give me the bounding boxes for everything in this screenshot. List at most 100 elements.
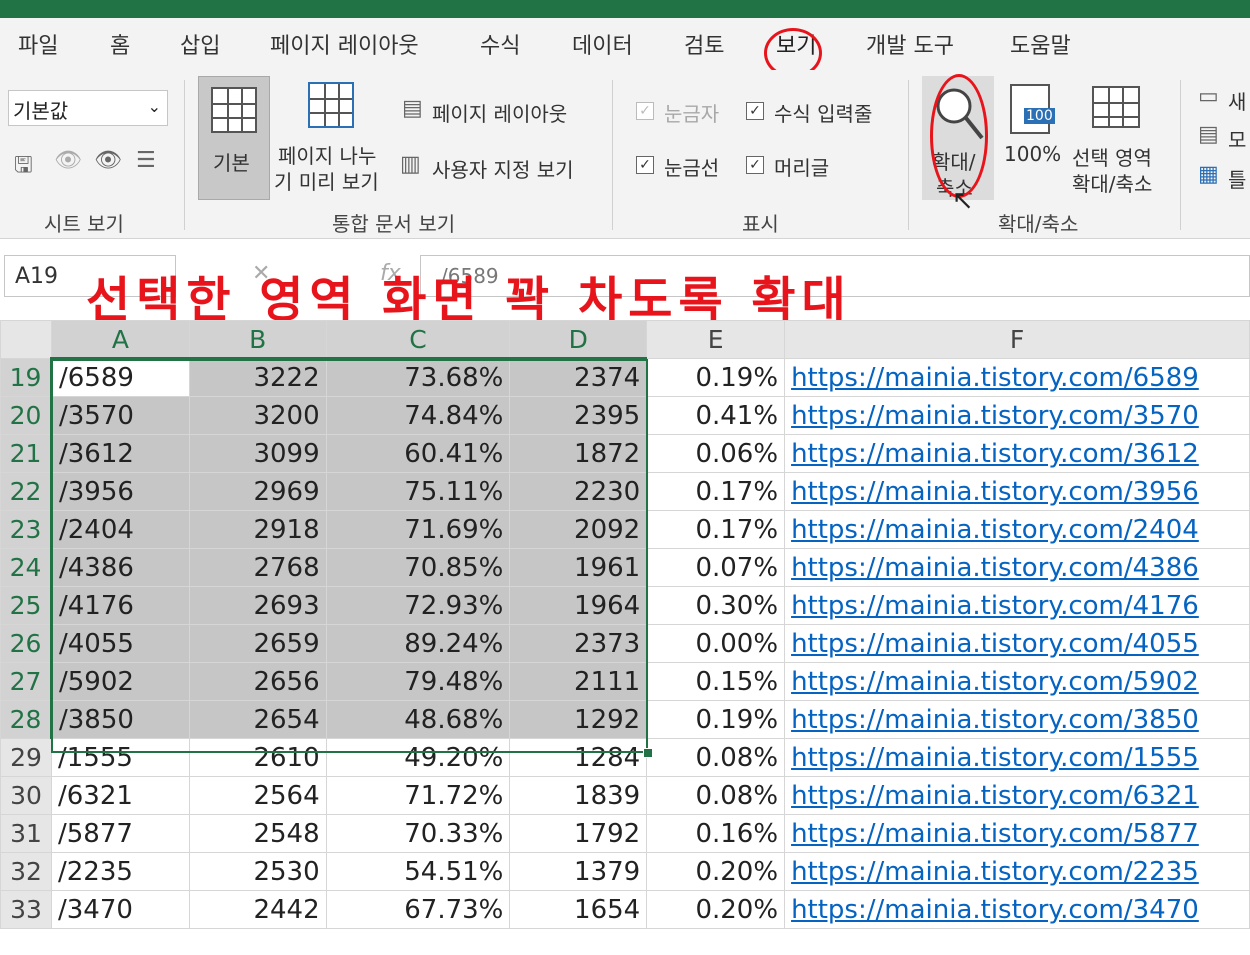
normal-view-button[interactable]: 기본 [198, 76, 270, 200]
cell-b[interactable]: 2969 [188, 472, 327, 511]
cell-d[interactable]: 2374 [509, 358, 648, 397]
cell-e[interactable]: 0.00% [646, 624, 786, 663]
exit-view-icon[interactable]: 👁 [54, 148, 82, 173]
row-header[interactable]: 22 [0, 472, 53, 511]
page-layout-button[interactable]: 페이지 레이아웃 [432, 98, 567, 127]
menu-review[interactable]: 검토 [684, 28, 724, 60]
new-window-icon[interactable]: ▭ [1198, 84, 1219, 109]
cell-d[interactable]: 2092 [509, 510, 648, 549]
hyperlink[interactable]: https://mainia.tistory.com/3612 [791, 439, 1199, 469]
cell-c[interactable]: 73.68% [325, 358, 511, 397]
formula-bar-checkbox[interactable]: ✓ [746, 102, 764, 120]
cell-f[interactable]: https://mainia.tistory.com/4176 [784, 586, 1250, 625]
cell-d[interactable]: 2373 [509, 624, 648, 663]
cell-b[interactable]: 2610 [188, 738, 327, 777]
cell-f[interactable]: https://mainia.tistory.com/1555 [784, 738, 1250, 777]
new-view-icon[interactable]: 👁 [94, 148, 122, 173]
zoom-100-button[interactable]: 100% [1004, 142, 1061, 166]
cell-a[interactable]: /2235 [50, 852, 190, 891]
cell-b[interactable]: 2768 [188, 548, 327, 587]
cell-c[interactable]: 48.68% [325, 700, 511, 739]
cell-f[interactable]: https://mainia.tistory.com/2404 [784, 510, 1250, 549]
hyperlink[interactable]: https://mainia.tistory.com/2404 [791, 515, 1199, 545]
arrange-all-label[interactable]: 모 [1228, 124, 1246, 153]
cell-c[interactable]: 70.85% [325, 548, 511, 587]
cell-f[interactable]: https://mainia.tistory.com/3570 [784, 396, 1250, 435]
cell-d[interactable]: 1792 [509, 814, 648, 853]
cell-c[interactable]: 75.11% [325, 472, 511, 511]
options-list-icon[interactable]: ☰ [136, 148, 156, 173]
cell-c[interactable]: 49.20% [325, 738, 511, 777]
cell-d[interactable]: 1839 [509, 776, 648, 815]
cell-e[interactable]: 0.07% [646, 548, 786, 587]
menu-help[interactable]: 도움말 [1010, 28, 1071, 60]
cell-a[interactable]: /3470 [50, 890, 190, 929]
save-view-icon[interactable]: 🖫 [14, 148, 33, 186]
row-header[interactable]: 21 [0, 434, 53, 473]
cell-c[interactable]: 72.93% [325, 586, 511, 625]
hyperlink[interactable]: https://mainia.tistory.com/3850 [791, 705, 1199, 735]
row-header[interactable]: 28 [0, 700, 53, 739]
cell-b[interactable]: 2656 [188, 662, 327, 701]
hyperlink[interactable]: https://mainia.tistory.com/3470 [791, 895, 1199, 925]
cell-b[interactable]: 2442 [188, 890, 327, 929]
menu-formulas[interactable]: 수식 [480, 28, 520, 60]
column-header-e[interactable]: E [646, 320, 786, 359]
hyperlink[interactable]: https://mainia.tistory.com/2235 [791, 857, 1199, 887]
hyperlink[interactable]: https://mainia.tistory.com/6589 [791, 363, 1199, 393]
freeze-panes-label[interactable]: 틀 [1228, 164, 1246, 193]
column-header-a[interactable]: A [50, 320, 190, 360]
menu-home[interactable]: 홈 [110, 28, 130, 60]
row-header[interactable]: 24 [0, 548, 53, 587]
cell-f[interactable]: https://mainia.tistory.com/4055 [784, 624, 1250, 663]
hyperlink[interactable]: https://mainia.tistory.com/5877 [791, 819, 1199, 849]
hyperlink[interactable]: https://mainia.tistory.com/3956 [791, 477, 1199, 507]
cell-f[interactable]: https://mainia.tistory.com/4386 [784, 548, 1250, 587]
cell-d[interactable]: 1654 [509, 890, 648, 929]
menu-data[interactable]: 데이터 [572, 28, 633, 60]
row-header[interactable]: 30 [0, 776, 52, 815]
cell-b[interactable]: 2693 [188, 586, 327, 625]
row-header[interactable]: 20 [0, 396, 53, 435]
fill-handle[interactable] [643, 748, 653, 758]
cell-a[interactable]: /2404 [50, 510, 190, 549]
cell-b[interactable]: 2548 [188, 814, 327, 853]
cell-e[interactable]: 0.41% [646, 396, 786, 435]
cell-d[interactable]: 2111 [509, 662, 648, 701]
row-header[interactable]: 19 [0, 358, 53, 397]
hyperlink[interactable]: https://mainia.tistory.com/4386 [791, 553, 1199, 583]
menu-file[interactable]: 파일 [18, 28, 58, 60]
menu-insert[interactable]: 삽입 [180, 28, 220, 60]
hyperlink[interactable]: https://mainia.tistory.com/6321 [791, 781, 1199, 811]
row-header[interactable]: 32 [0, 852, 52, 891]
cell-a[interactable]: /4386 [50, 548, 190, 587]
cell-e[interactable]: 0.20% [646, 890, 786, 929]
cell-f[interactable]: https://mainia.tistory.com/2235 [784, 852, 1250, 891]
headings-checkbox[interactable]: ✓ [746, 156, 764, 174]
cell-e[interactable]: 0.17% [646, 510, 786, 549]
cell-a[interactable]: /3850 [50, 700, 190, 739]
gridlines-checkbox[interactable]: ✓ [636, 156, 654, 174]
page-break-label-2[interactable]: 기 미리 보기 [274, 166, 379, 195]
cell-f[interactable]: https://mainia.tistory.com/6589 [784, 358, 1250, 397]
cell-e[interactable]: 0.06% [646, 434, 786, 473]
cell-a[interactable]: /5877 [50, 814, 190, 853]
custom-views-icon[interactable]: ▥ [400, 152, 421, 177]
cell-d[interactable]: 1964 [509, 586, 648, 625]
cell-d[interactable]: 1872 [509, 434, 648, 473]
cell-d[interactable]: 2230 [509, 472, 648, 511]
menu-page-layout[interactable]: 페이지 레이아웃 [270, 28, 419, 60]
cell-b[interactable]: 2530 [188, 852, 327, 891]
cell-c[interactable]: 71.69% [325, 510, 511, 549]
row-header[interactable]: 25 [0, 586, 53, 625]
cell-c[interactable]: 67.73% [325, 890, 511, 929]
cell-e[interactable]: 0.08% [646, 776, 786, 815]
cell-a[interactable]: /6589 [50, 358, 190, 397]
select-all-corner[interactable] [0, 320, 52, 359]
cell-b[interactable]: 2654 [188, 700, 327, 739]
column-header-f[interactable]: F [784, 320, 1250, 359]
cell-f[interactable]: https://mainia.tistory.com/6321 [784, 776, 1250, 815]
cell-d[interactable]: 1292 [509, 700, 648, 739]
cell-e[interactable]: 0.17% [646, 472, 786, 511]
cell-b[interactable]: 2918 [188, 510, 327, 549]
